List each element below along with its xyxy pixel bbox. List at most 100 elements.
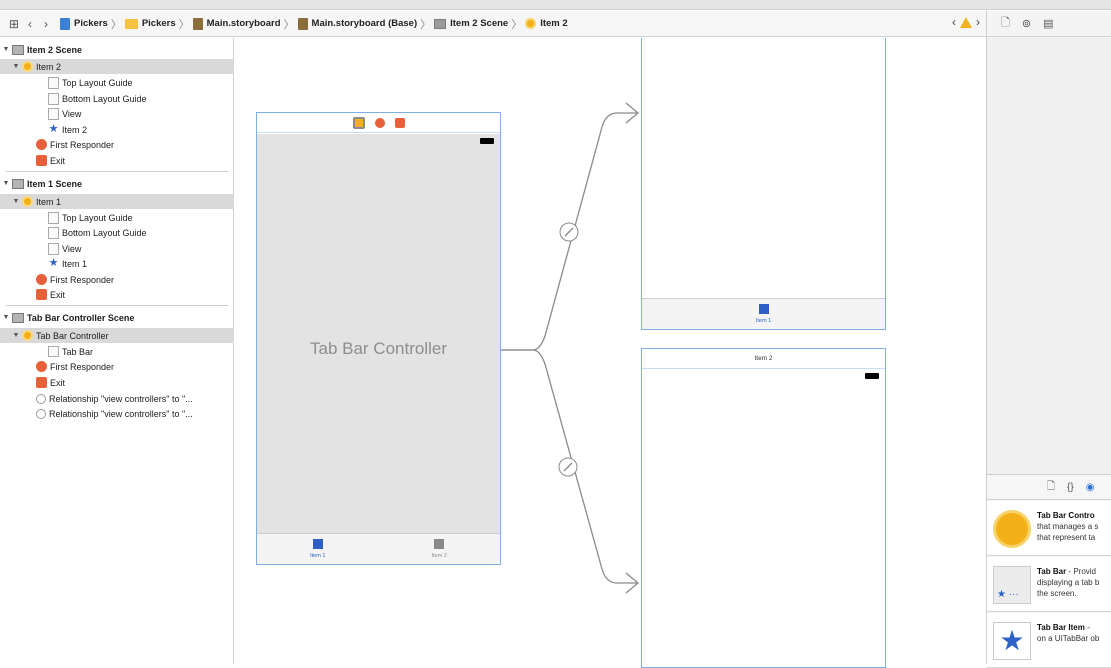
view-controller-icon: [22, 61, 33, 72]
tab-bar-icon: ★ ···: [993, 566, 1031, 604]
disclosure-triangle-icon[interactable]: ▼: [10, 332, 22, 339]
tab-bar[interactable]: Item 1 Item 2: [257, 533, 500, 564]
breadcrumb-storyboard[interactable]: Main.storyboard 〉: [192, 16, 295, 32]
disclosure-triangle-icon[interactable]: ▼: [10, 63, 22, 70]
star-icon: ★: [48, 257, 59, 269]
star-icon: ★: [48, 123, 59, 135]
library-tabs: 🗋 {} ◉: [987, 476, 1111, 500]
scene-icon: [12, 312, 24, 323]
outline-tab-bar[interactable]: Tab Bar: [0, 344, 234, 359]
utilities-panel: 🗋 ⊚ ▤ 🗋 {} ◉ Tab Bar Contro that manages…: [986, 11, 1111, 668]
outline-tab-bar-item[interactable]: ★ Item 1: [0, 256, 234, 271]
back-arrow-icon[interactable]: ‹: [22, 17, 38, 31]
quick-help-icon[interactable]: ⊚: [1022, 17, 1031, 30]
layout-guide-icon: [48, 92, 59, 105]
outline-scene-tab-bar-controller[interactable]: ▼ Tab Bar Controller Scene: [0, 310, 234, 325]
first-responder-icon: [36, 361, 47, 372]
breadcrumb-folder[interactable]: Pickers 〉: [124, 16, 190, 32]
related-items-icon[interactable]: ⊞: [6, 17, 22, 31]
outline-relationship[interactable]: Relationship "view controllers" to "...: [0, 391, 234, 406]
tab-item-icon: [434, 539, 445, 549]
battery-icon: [865, 373, 879, 379]
outline-exit[interactable]: Exit: [0, 287, 234, 302]
breadcrumb-storyboard-base[interactable]: Main.storyboard (Base) 〉: [297, 16, 431, 32]
next-issue-icon[interactable]: ›: [976, 15, 980, 29]
outline-first-responder[interactable]: First Responder: [0, 359, 234, 374]
outline-scene-item-1[interactable]: ▼ Item 1 Scene: [0, 176, 234, 191]
disclosure-triangle-icon[interactable]: ▼: [0, 46, 12, 53]
exit-icon: [36, 155, 47, 166]
view-icon: [48, 242, 59, 255]
tab-item-1[interactable]: Item 1: [642, 299, 885, 329]
object-library-icon[interactable]: ◉: [1086, 482, 1095, 493]
outline-vc-tab-bar-controller[interactable]: ▼ Tab Bar Controller: [0, 328, 234, 343]
battery-icon: [480, 138, 494, 144]
relationship-icon: [36, 408, 46, 419]
tab-bar-icon: [48, 346, 59, 357]
warning-icon[interactable]: [960, 16, 972, 28]
view-controller-icon: [525, 18, 537, 29]
first-responder-icon[interactable]: [374, 117, 385, 128]
outline-bottom-layout-guide[interactable]: Bottom Layout Guide: [0, 225, 234, 240]
item-2-scene[interactable]: Item 2: [641, 348, 886, 668]
layout-guide-icon: [48, 76, 59, 89]
tab-bar-controller-icon[interactable]: [352, 116, 365, 129]
outline-top-layout-guide[interactable]: Top Layout Guide: [0, 210, 234, 225]
outline-view[interactable]: View: [0, 106, 234, 121]
relationship-segue-icon[interactable]: [558, 457, 578, 477]
identity-inspector-icon[interactable]: ▤: [1043, 17, 1053, 30]
tab-item-2[interactable]: Item 2: [379, 534, 501, 564]
scene-icon: [12, 44, 24, 55]
previous-issue-icon[interactable]: ‹: [952, 15, 956, 29]
item-1-scene[interactable]: Item 1: [641, 38, 886, 330]
disclosure-triangle-icon[interactable]: ▼: [10, 198, 22, 205]
disclosure-triangle-icon[interactable]: ▼: [0, 314, 12, 321]
storyboard-canvas[interactable]: Tab Bar Controller Item 1 Item 2 Item 1 …: [235, 38, 986, 668]
breadcrumb-project[interactable]: Pickers 〉: [60, 16, 122, 32]
file-inspector-icon[interactable]: 🗋: [1001, 14, 1010, 33]
forward-arrow-icon[interactable]: ›: [38, 17, 54, 31]
scene-title: Tab Bar Controller: [309, 339, 447, 358]
outline-first-responder[interactable]: First Responder: [0, 137, 234, 152]
exit-icon: [36, 289, 47, 300]
library-item-tab-bar-controller[interactable]: Tab Bar Contro that manages a s that rep…: [987, 501, 1111, 556]
tab-bar-controller-view[interactable]: Tab Bar Controller: [257, 134, 500, 533]
outline-exit[interactable]: Exit: [0, 375, 234, 390]
tab-bar-controller-icon: [993, 510, 1031, 548]
outline-first-responder[interactable]: First Responder: [0, 272, 234, 287]
storyboard-icon: [297, 17, 308, 30]
scene-icon: [12, 178, 24, 189]
jump-bar-issue-nav: ‹ ›: [952, 15, 980, 29]
star-icon: ★: [993, 622, 1031, 660]
outline-scene-item-2[interactable]: ▼ Item 2 Scene: [0, 42, 234, 57]
file-template-icon[interactable]: 🗋: [1047, 479, 1055, 496]
outline-relationship[interactable]: Relationship "view controllers" to "...: [0, 406, 234, 421]
storyboard-icon: [192, 17, 203, 30]
relationship-segue-icon[interactable]: [559, 222, 579, 242]
relationship-icon: [36, 393, 46, 404]
first-responder-icon: [36, 139, 47, 150]
tab-item-1[interactable]: Item 1: [257, 534, 379, 564]
folder-icon: [124, 18, 138, 29]
outline-view[interactable]: View: [0, 241, 234, 256]
window-top-strip: [0, 0, 1111, 10]
outline-bottom-layout-guide[interactable]: Bottom Layout Guide: [0, 91, 234, 106]
view-controller-icon: [22, 196, 33, 207]
outline-vc-item-2[interactable]: ▼ Item 2: [0, 59, 234, 74]
breadcrumb-view-controller[interactable]: Item 2: [525, 18, 568, 29]
first-responder-icon: [36, 274, 47, 285]
disclosure-triangle-icon[interactable]: ▼: [0, 180, 12, 187]
outline-tab-bar-item[interactable]: ★ Item 2: [0, 122, 234, 137]
breadcrumb-scene[interactable]: Item 2 Scene 〉: [434, 16, 522, 32]
inspector-tabs: 🗋 ⊚ ▤: [987, 11, 1111, 37]
library-item-tab-bar[interactable]: ★ ··· Tab Bar - Provid displaying a tab …: [987, 557, 1111, 612]
tab-bar[interactable]: Item 1: [642, 298, 885, 329]
code-snippet-icon[interactable]: {}: [1067, 482, 1074, 493]
outline-vc-item-1[interactable]: ▼ Item 1: [0, 194, 234, 209]
exit-icon[interactable]: [394, 117, 405, 128]
outline-top-layout-guide[interactable]: Top Layout Guide: [0, 75, 234, 90]
document-outline: ▼ Item 2 Scene ▼ Item 2 Top Layout Guide…: [0, 38, 234, 664]
library-item-tab-bar-item[interactable]: ★ Tab Bar Item - on a UITabBar ob: [987, 613, 1111, 668]
tab-bar-controller-scene[interactable]: Tab Bar Controller Item 1 Item 2: [256, 112, 501, 565]
outline-exit[interactable]: Exit: [0, 153, 234, 168]
